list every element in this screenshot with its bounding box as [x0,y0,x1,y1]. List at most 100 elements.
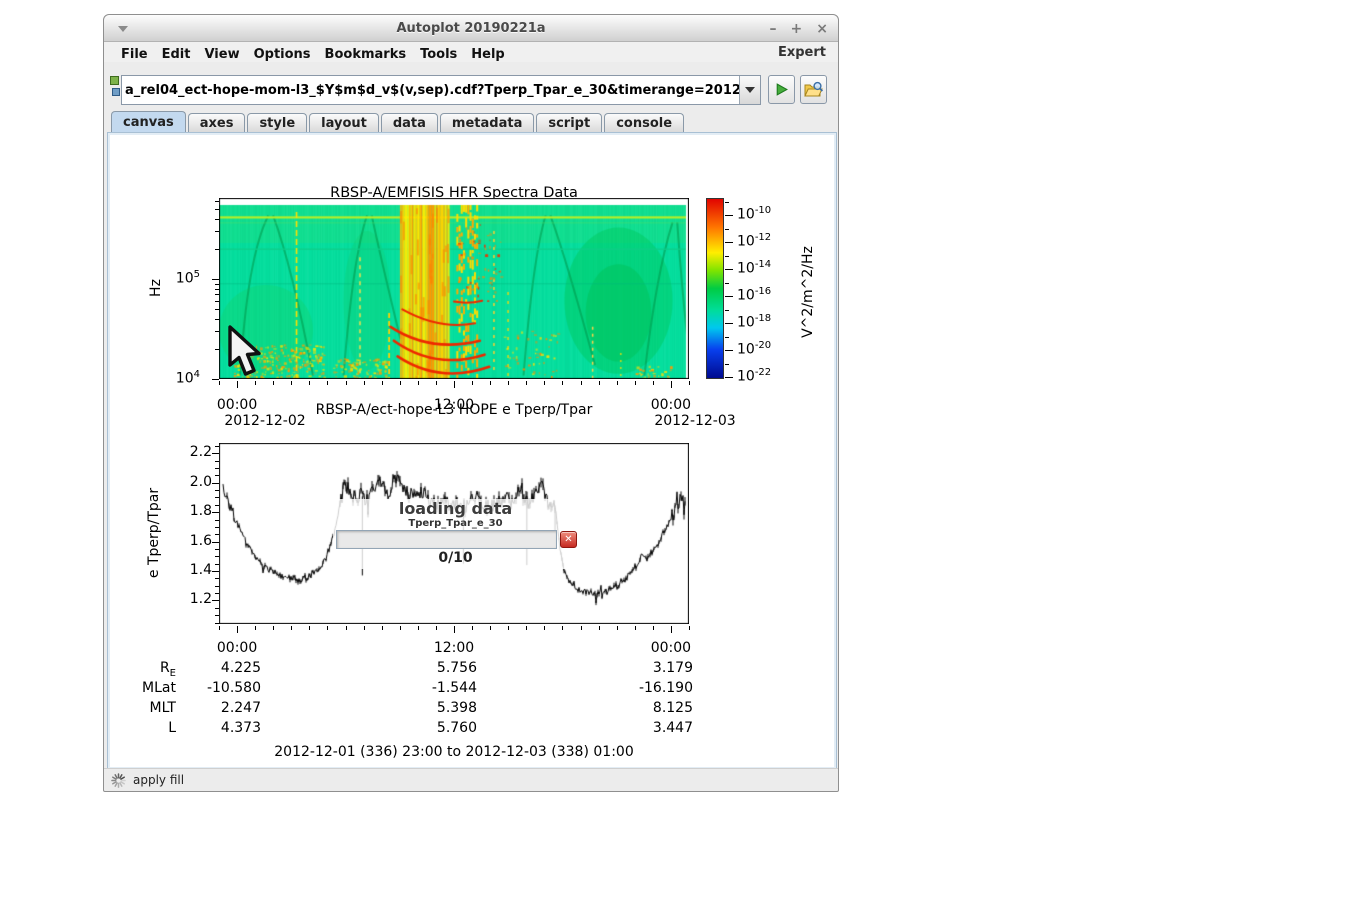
colorbar-tick-label: 10-16 [737,286,771,304]
expert-mode-label[interactable]: Expert [778,45,828,60]
tick [212,453,219,454]
tab-metadata[interactable]: metadata [440,113,534,132]
tick [237,626,238,633]
tick [526,626,527,630]
tick [562,381,563,385]
tick [400,381,401,385]
footer-time-label: 00:00 [207,640,267,656]
tab-data[interactable]: data [381,113,438,132]
tick [725,337,729,338]
status-bar: apply fill [104,768,838,791]
tick [215,319,219,320]
tick [215,608,219,609]
tick [215,249,219,250]
tick [490,626,491,630]
tab-layout[interactable]: layout [309,113,379,132]
footer-value-cell: 5.398 [387,700,477,716]
tick [212,571,219,572]
tick [237,381,238,388]
plot1-ytick-label: 105 [148,269,200,287]
chevron-down-icon [745,87,755,93]
tick [544,626,545,630]
cancel-loading-button[interactable]: ✕ [560,531,577,548]
uri-input[interactable]: a_rel04_ect-hope-mom-l3_$Y$m$d_v$(v,sep)… [122,83,739,98]
tick [215,615,219,616]
tick [273,381,274,385]
maximize-button[interactable]: + [791,22,803,36]
tick [436,626,437,630]
tick [472,381,473,385]
menu-help[interactable]: Help [464,47,511,62]
browse-button[interactable] [800,75,827,104]
tick [212,542,219,543]
tick [215,309,219,310]
plot2-ytick-label: 1.8 [160,503,212,519]
uri-dropdown-button[interactable] [739,76,760,104]
footer-value-cell: 8.125 [603,700,693,716]
address-row: a_rel04_ect-hope-mom-l3_$Y$m$d_v$(v,sep)… [104,62,838,111]
tick [215,564,219,565]
plot1-date-label: 2012-12-02 [219,413,311,429]
plot2-ytick-label: 1.2 [160,591,212,607]
tick [508,381,509,385]
window-menu-icon[interactable] [118,26,128,32]
menu-bookmarks[interactable]: Bookmarks [318,47,414,62]
tick [215,349,219,350]
tick [215,593,219,594]
colorbar-tick-label: 10-22 [737,367,771,385]
tick [617,626,618,630]
tick [400,626,401,630]
status-message: apply fill [133,773,184,787]
menu-view[interactable]: View [197,47,246,62]
tick [215,461,219,462]
footer-value-cell: 2.247 [171,700,261,716]
colorbar-tick-label: 10-14 [737,259,771,277]
close-button[interactable]: × [816,22,828,36]
menu-edit[interactable]: Edit [155,47,198,62]
minimize-button[interactable]: – [770,22,777,36]
tick [215,209,219,210]
go-button[interactable] [768,75,795,104]
footer-value-cell: 3.179 [603,660,693,676]
tick [215,468,219,469]
tick [327,381,328,385]
tick [725,242,729,243]
tick [215,289,219,290]
tab-style[interactable]: style [247,113,307,132]
colorbar[interactable] [706,198,724,379]
tick [273,626,274,630]
tick [219,381,220,385]
folder-magnifier-icon [804,81,823,98]
tab-console[interactable]: console [604,113,684,132]
tick [635,626,636,630]
colorbar-units-label: V^2/m^2/Hz [800,232,816,352]
footer-value-cell: 3.447 [603,720,693,736]
footer-value-cell: 5.760 [387,720,477,736]
tick [689,381,690,385]
tab-canvas[interactable]: canvas [111,111,186,132]
tick [291,626,292,630]
footer-time-label: 12:00 [424,640,484,656]
spectrogram-plot[interactable] [219,198,689,379]
loading-title: loading data [333,499,578,518]
footer-value-cell: 4.373 [171,720,261,736]
tick [215,586,219,587]
tick [215,578,219,579]
uri-combobox[interactable]: a_rel04_ect-hope-mom-l3_$Y$m$d_v$(v,sep)… [121,75,761,105]
tick [725,283,729,284]
tick [215,497,219,498]
tab-axes[interactable]: axes [188,113,246,132]
title-bar[interactable]: Autoplot 20190221a – + × [104,15,838,42]
menu-tools[interactable]: Tools [413,47,464,62]
menu-file[interactable]: File [114,47,155,62]
tick [309,626,310,630]
menu-options[interactable]: Options [247,47,318,62]
tab-script[interactable]: script [536,113,602,132]
tick [255,626,256,630]
canvas-pane: RBSP-A/EMFISIS HFR Spectra Data Hz V^2/m… [107,132,837,770]
tick [215,490,219,491]
tick [653,626,654,630]
loading-progress-count: 0/10 [333,550,578,566]
tick [215,556,219,557]
timerange-label: 2012-12-01 (336) 23:00 to 2012-12-03 (33… [219,744,689,760]
